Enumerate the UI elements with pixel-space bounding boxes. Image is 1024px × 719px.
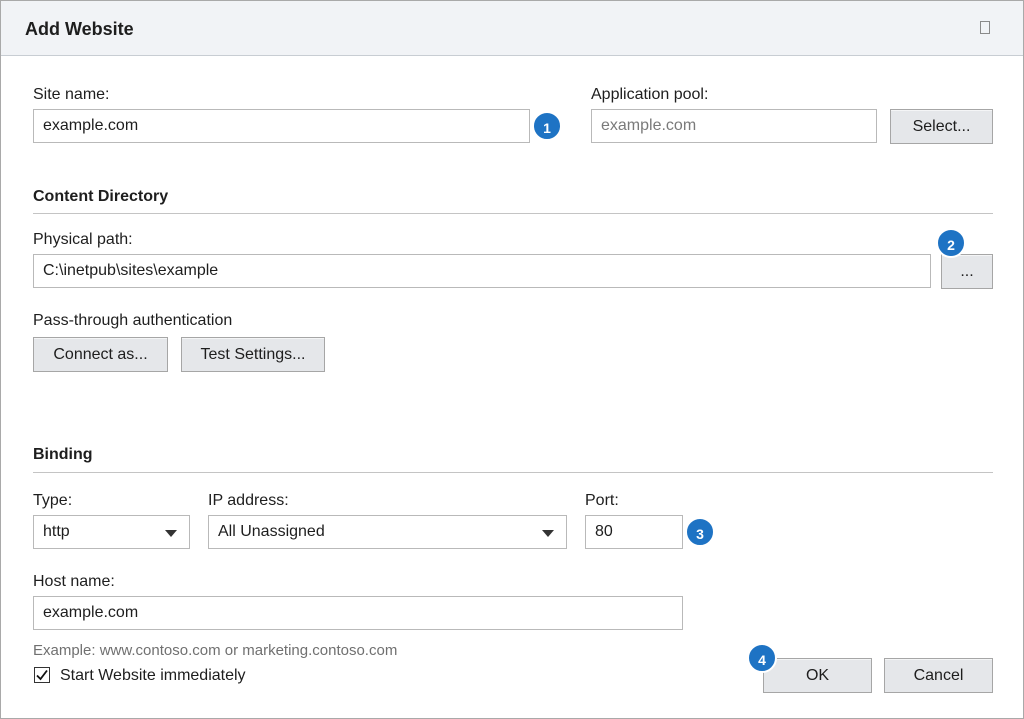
port-label: Port: (585, 492, 619, 509)
host-name-label: Host name: (33, 573, 115, 590)
physical-path-label: Physical path: (33, 231, 133, 248)
type-select-value: http (43, 523, 70, 540)
physical-path-input[interactable]: C:\inetpub\sites\example (33, 254, 931, 288)
callout-badge-1: 1 (532, 111, 562, 141)
content-directory-heading: Content Directory (33, 188, 169, 205)
type-select[interactable]: http (33, 515, 190, 549)
ip-address-select[interactable]: All Unassigned (208, 515, 567, 549)
section-divider (33, 213, 993, 214)
start-website-label[interactable]: Start Website immediately (60, 667, 246, 685)
select-button[interactable]: Select... (890, 109, 993, 144)
dialog-title: Add Website (25, 19, 134, 39)
cancel-button[interactable]: Cancel (884, 658, 993, 693)
start-website-checkbox[interactable] (34, 667, 50, 683)
ip-address-label: IP address: (208, 492, 289, 509)
chevron-down-icon (542, 530, 554, 537)
binding-heading: Binding (33, 446, 93, 463)
site-name-input[interactable]: example.com (33, 109, 530, 143)
callout-badge-3: 3 (685, 517, 715, 547)
callout-badge-2: 2 (936, 228, 966, 258)
host-name-input[interactable]: example.com (33, 596, 683, 630)
application-pool-label: Application pool: (591, 86, 709, 103)
pass-through-auth-label: Pass-through authentication (33, 312, 233, 329)
connect-as-button[interactable]: Connect as... (33, 337, 168, 372)
test-settings-button[interactable]: Test Settings... (181, 337, 325, 372)
type-label: Type: (33, 492, 73, 509)
browse-button[interactable]: ... (941, 254, 993, 289)
title-bar: Add Website (1, 1, 1023, 56)
restore-icon[interactable] (980, 21, 990, 34)
port-input[interactable]: 80 (585, 515, 683, 549)
ok-button[interactable]: OK (763, 658, 872, 693)
callout-badge-4: 4 (747, 643, 777, 673)
section-divider (33, 472, 993, 473)
application-pool-field: example.com (591, 109, 877, 143)
chevron-down-icon (165, 530, 177, 537)
add-website-dialog: Add Website Site name: example.com 1 App… (0, 0, 1024, 719)
checkmark-icon (36, 669, 48, 681)
ip-address-select-value: All Unassigned (218, 523, 325, 540)
site-name-label: Site name: (33, 86, 110, 103)
host-name-example-hint: Example: www.contoso.com or marketing.co… (33, 642, 398, 659)
